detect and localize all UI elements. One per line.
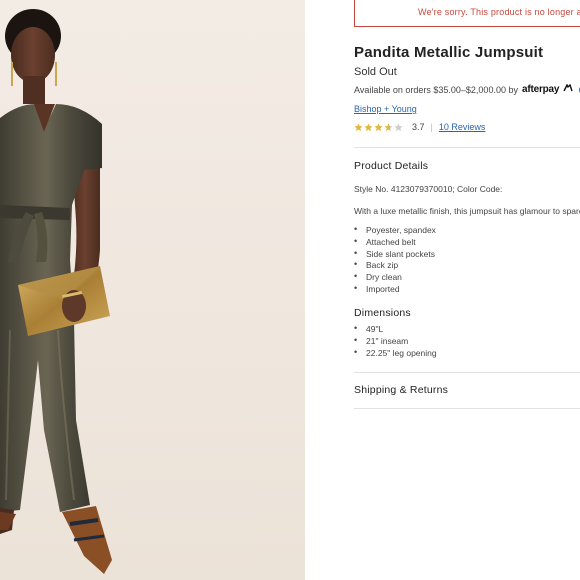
product-image[interactable] [0,0,305,580]
afterpay-text: Available on orders $35.00–$2,000.00 by [354,84,518,95]
list-item: Back zip [354,259,436,272]
product-details-heading[interactable]: Product Details [354,160,428,172]
list-item: Attached belt [354,236,436,249]
list-item: 21" inseam [354,335,437,348]
list-item: 22.25" leg opening [354,347,437,360]
product-info-panel: We're sorry. This product is no longer a… [305,0,580,580]
dimensions-list: 49"L 21" inseam 22.25" leg opening [354,323,437,360]
star-rating [354,122,404,132]
star-icon [384,122,393,131]
star-icon [374,122,383,131]
afterpay-promo: Available on orders $35.00–$2,000.00 by … [354,83,580,95]
star-icon [354,122,363,131]
list-item: Imported [354,283,436,296]
star-icon [364,122,373,131]
details-list: Poyester, spandex Attached belt Side sla… [354,224,436,296]
dimensions-heading: Dimensions [354,307,411,319]
product-description: With a luxe metallic finish, this jumpsu… [354,206,580,216]
list-item: Poyester, spandex [354,224,436,237]
list-item: 49"L [354,323,437,336]
afterpay-logo: afterpay [521,83,573,95]
divider [354,408,580,409]
shipping-returns-toggle[interactable]: Shipping & Returns [354,384,448,396]
list-item: Dry clean [354,271,436,284]
stock-status: Sold Out [354,66,397,78]
rating-divider: | [430,122,433,132]
rating-value: 3.7 [412,122,425,132]
brand-link[interactable]: Bishop + Young [354,104,417,114]
afterpay-mark-icon [563,83,573,92]
product-title: Pandita Metallic Jumpsuit [354,44,544,61]
unavailable-alert-text: We're sorry. This product is no longer a… [418,7,580,17]
reviews-link[interactable]: 10 Reviews [439,122,486,132]
divider [354,147,580,148]
style-number: Style No. 4123079370010; Color Code: [354,184,503,194]
model-illustration [0,9,112,574]
star-icon [394,122,403,131]
rating-summary: 3.7 | 10 Reviews [354,122,485,132]
divider [354,372,580,373]
unavailable-alert: We're sorry. This product is no longer a… [354,0,580,27]
afterpay-logo-text: afterpay [521,84,560,95]
list-item: Side slant pockets [354,248,436,261]
